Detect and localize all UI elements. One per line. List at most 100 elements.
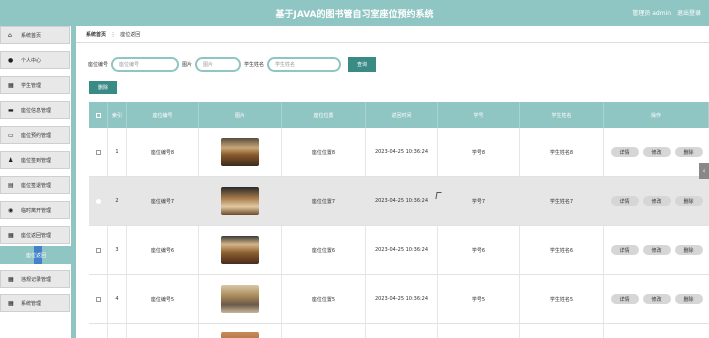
header-cell: 学生姓名 bbox=[520, 102, 604, 128]
cell-index: 3 bbox=[108, 226, 127, 274]
user-area: 管理员 admin 退出登录 bbox=[628, 8, 701, 17]
seat-photo bbox=[221, 138, 259, 166]
image-input[interactable]: 图片 bbox=[195, 56, 242, 72]
sidebar-item-home[interactable]: ⌂ 系统首页 bbox=[0, 26, 70, 44]
seat-photo bbox=[221, 236, 259, 264]
header-cell: 返回时间 bbox=[366, 102, 438, 128]
cell-seat-no: 座位编号5 bbox=[127, 275, 199, 323]
logout-link[interactable]: 退出登录 bbox=[677, 10, 701, 17]
query-button[interactable]: 查询 bbox=[348, 56, 377, 72]
sidebar-item-label: 系统首页 bbox=[21, 32, 42, 39]
cell-student-no: 学号5 bbox=[438, 275, 520, 323]
seat-photo bbox=[221, 187, 259, 215]
cell-position: 座位位置8 bbox=[282, 128, 366, 176]
batch-delete-button[interactable]: 删除 bbox=[89, 81, 117, 94]
table-row: 3 座位编号6 座位位置6 2023-04-25 10:36:24 学号6 学生… bbox=[89, 226, 709, 275]
home-icon: ⌂ bbox=[8, 32, 12, 39]
grid-icon: ▦ bbox=[8, 232, 14, 239]
person-icon: ● bbox=[8, 57, 14, 64]
sidebar-item-seat-return[interactable]: ▦ 座位返回管理 bbox=[0, 226, 70, 244]
cell-student-no: 学号7 bbox=[438, 177, 520, 225]
search-bar: 座位编号 座位编号 图片 图片 学生姓名 学生姓名 查询 bbox=[88, 56, 377, 72]
header-cell: 操作 bbox=[604, 102, 709, 128]
cell-student-no: 学号6 bbox=[438, 226, 520, 274]
cell-index: 2 bbox=[108, 177, 127, 225]
side-collapse-tab[interactable]: ‹ bbox=[699, 163, 709, 179]
sidebar-item-sign-out[interactable]: ▤ 座位签退管理 bbox=[0, 176, 70, 194]
cell-student-name: 学生姓名6 bbox=[520, 226, 604, 274]
student-name-input[interactable]: 学生姓名 bbox=[267, 56, 342, 72]
sidebar-item-profile[interactable]: ● 个人中心 bbox=[0, 51, 70, 69]
sidebar-item-seat-booking[interactable]: ▭ 座位预约管理 bbox=[0, 126, 70, 144]
table-row: 4 座位编号5 座位位置5 2023-04-25 10:36:24 学号5 学生… bbox=[89, 275, 709, 324]
detail-button[interactable]: 详情 bbox=[610, 196, 639, 206]
detail-button[interactable]: 详情 bbox=[610, 245, 639, 255]
cell-time: 2023-04-25 10:36:24 bbox=[366, 275, 438, 323]
data-table: 索引 座位编号 图片 座位位置 返回时间 学号 学生姓名 操作 1 座位编号8 … bbox=[89, 102, 709, 338]
cell-position: 座位位置7 bbox=[282, 177, 366, 225]
seat-no-input[interactable]: 座位编号 bbox=[111, 56, 180, 72]
row-checkbox[interactable] bbox=[95, 296, 101, 302]
sidebar-item-system[interactable]: ▦ 系统管理 bbox=[0, 294, 70, 312]
sidebar-item-violations[interactable]: ▦ 违规记录管理 bbox=[0, 270, 70, 288]
detail-button[interactable]: 详情 bbox=[610, 147, 639, 157]
row-checkbox[interactable] bbox=[95, 247, 101, 253]
sidebar-item-label: 座位签到管理 bbox=[21, 157, 52, 164]
delete-button[interactable]: 删除 bbox=[674, 147, 703, 157]
delete-button[interactable]: 删除 bbox=[674, 196, 703, 206]
printer-icon: ▤ bbox=[8, 182, 14, 189]
breadcrumb-current: 座位返回 bbox=[120, 32, 141, 38]
row-checkbox[interactable] bbox=[95, 198, 101, 204]
edit-button[interactable]: 修改 bbox=[642, 147, 671, 157]
sidebar-subitem-seat-return[interactable]: 座位返回 bbox=[0, 246, 72, 264]
table-header: 索引 座位编号 图片 座位位置 返回时间 学号 学生姓名 操作 bbox=[89, 102, 709, 128]
sidebar: ⌂ 系统首页 ● 个人中心 ▦ 学生管理 ▬ 座位信息管理 ▭ 座位预约管理 ♟… bbox=[0, 26, 76, 338]
breadcrumb-home[interactable]: 系统首页 bbox=[86, 32, 106, 38]
grid-icon: ▦ bbox=[8, 276, 14, 283]
sidebar-item-label: 座位签退管理 bbox=[21, 182, 52, 189]
table-row: 2 座位编号7 座位位置7 2023-04-25 10:36:24 学号7 学生… bbox=[89, 177, 709, 226]
header-cell: 索引 bbox=[108, 102, 127, 128]
sidebar-item-students[interactable]: ▦ 学生管理 bbox=[0, 76, 70, 94]
seat-no-label: 座位编号 bbox=[88, 61, 109, 68]
row-checkbox[interactable] bbox=[95, 149, 101, 155]
edit-button[interactable]: 修改 bbox=[642, 294, 671, 304]
card-icon: ▬ bbox=[8, 107, 14, 114]
cell-student-no: 学号8 bbox=[438, 128, 520, 176]
student-name-label: 学生姓名 bbox=[244, 61, 265, 68]
cell-seat-no: 座位编号7 bbox=[127, 177, 199, 225]
detail-button[interactable]: 详情 bbox=[610, 294, 639, 304]
app-title: 基于JAVA的图书管自习室座位预约系统 bbox=[275, 10, 434, 20]
breadcrumb-separator: ⋮ bbox=[110, 32, 116, 38]
top-bar: 基于JAVA的图书管自习室座位预约系统 管理员 admin 退出登录 bbox=[0, 0, 709, 26]
cell-seat-no: 座位编号8 bbox=[127, 128, 199, 176]
delete-button[interactable]: 删除 bbox=[674, 294, 703, 304]
delete-button[interactable]: 删除 bbox=[674, 245, 703, 255]
sidebar-item-label: 临时离开管理 bbox=[21, 207, 52, 214]
cell-time: 2023-04-25 10:36:24 bbox=[366, 128, 438, 176]
sidebar-item-label: 个人中心 bbox=[21, 57, 42, 64]
sidebar-item-label: 座位预约管理 bbox=[21, 132, 52, 139]
image-label: 图片 bbox=[182, 61, 193, 68]
cell-student-name: 学生姓名7 bbox=[520, 177, 604, 225]
sidebar-item-label: 学生管理 bbox=[21, 82, 42, 89]
cell-student-name: 学生姓名8 bbox=[520, 128, 604, 176]
sidebar-item-sign-in[interactable]: ♟ 座位签到管理 bbox=[0, 151, 70, 169]
table-row: 1 座位编号8 座位位置8 2023-04-25 10:36:24 学号8 学生… bbox=[89, 128, 709, 177]
cell-time: 2023-04-25 10:36:24 bbox=[366, 177, 438, 225]
edit-button[interactable]: 修改 bbox=[642, 245, 671, 255]
breadcrumb: 系统首页 ⋮ 座位返回 bbox=[86, 31, 140, 38]
grid-icon: ▦ bbox=[8, 300, 14, 307]
user-icon: ♟ bbox=[8, 157, 14, 164]
header-cell: 图片 bbox=[199, 102, 282, 128]
sidebar-item-temp-leave[interactable]: ◉ 临时离开管理 bbox=[0, 201, 70, 219]
header-select-all[interactable] bbox=[89, 102, 108, 128]
select-all-checkbox[interactable] bbox=[95, 112, 101, 118]
cell-index: 4 bbox=[108, 275, 127, 323]
sidebar-item-seat-info[interactable]: ▬ 座位信息管理 bbox=[0, 101, 70, 119]
header-cell: 座位位置 bbox=[282, 102, 366, 128]
edit-button[interactable]: 修改 bbox=[642, 196, 671, 206]
sidebar-subitem-label: 座位返回 bbox=[25, 252, 46, 259]
cell-position: 座位位置5 bbox=[282, 275, 366, 323]
main-content: 系统首页 ⋮ 座位返回 座位编号 座位编号 图片 图片 学生姓名 学生姓名 查询… bbox=[76, 26, 709, 338]
